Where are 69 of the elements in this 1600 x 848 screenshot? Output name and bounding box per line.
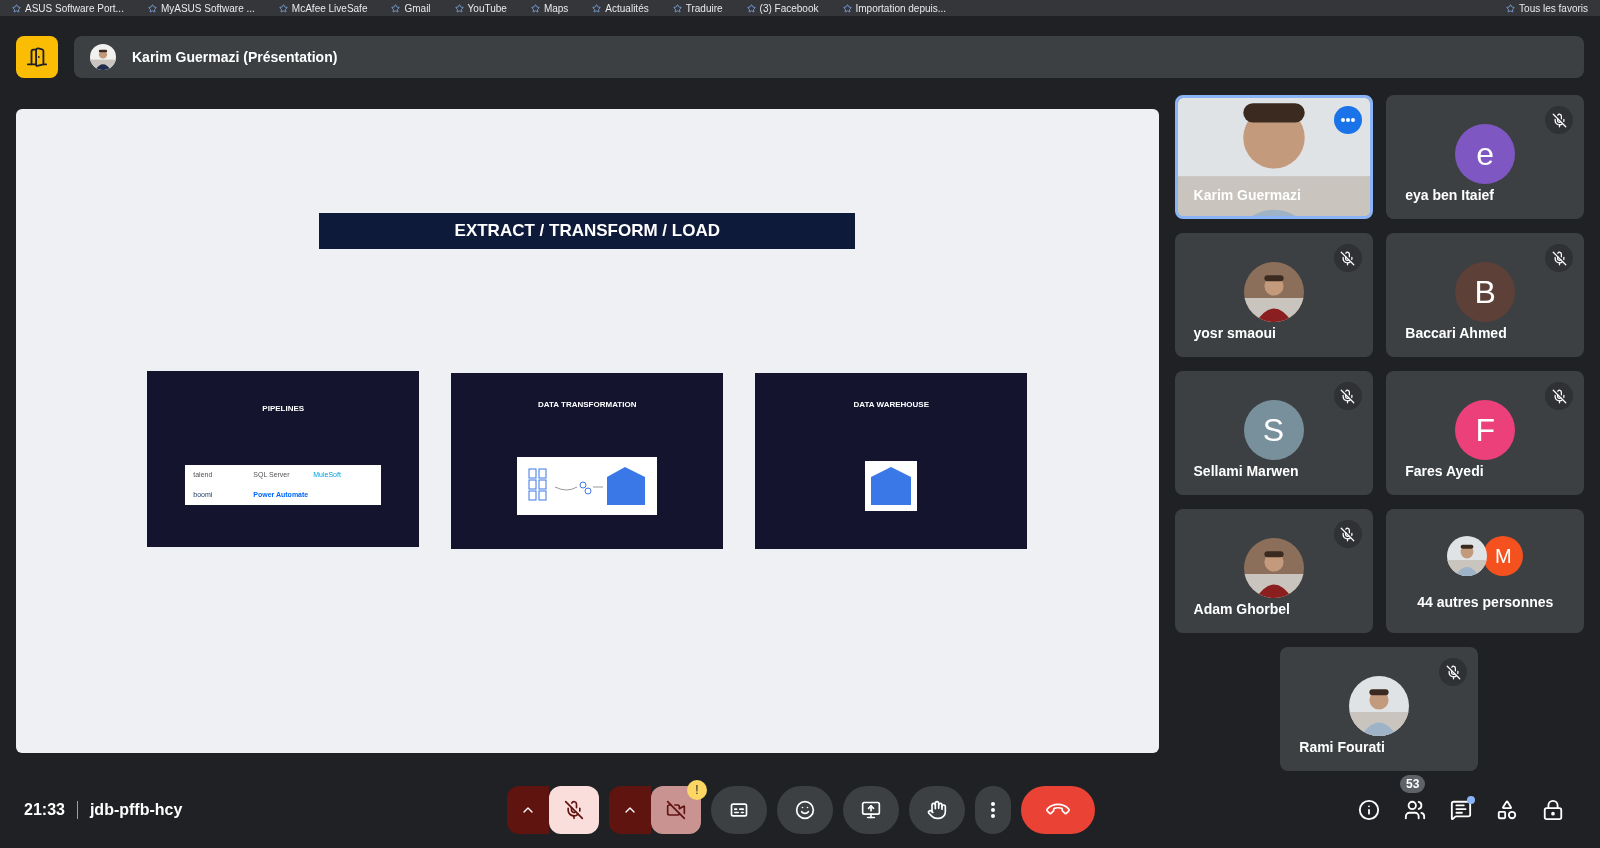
- card-title: DATA WAREHOUSE: [853, 399, 929, 411]
- star-icon: [746, 3, 756, 13]
- bookmark-link[interactable]: Importation depuis...: [842, 0, 947, 16]
- more-options-button[interactable]: [975, 786, 1011, 834]
- avatar: B: [1455, 262, 1516, 322]
- camera-button[interactable]: [651, 786, 701, 834]
- screen-upload-icon: [861, 800, 881, 820]
- participant-name: Karim Guermazi: [1193, 186, 1301, 205]
- participant-name: 44 autres personnes: [1416, 593, 1555, 612]
- present-button[interactable]: [843, 786, 899, 834]
- star-icon: [391, 3, 401, 13]
- participant-name: Sellami Marwen: [1193, 462, 1299, 481]
- avatar: S: [1243, 400, 1304, 460]
- meeting-code: jdb-pffb-hcy: [89, 800, 183, 820]
- star-icon: [454, 3, 464, 13]
- activities-icon[interactable]: [1496, 799, 1518, 821]
- raise-hand-button[interactable]: [909, 786, 965, 834]
- avatar: M: [1483, 536, 1524, 576]
- star-icon: [278, 3, 288, 13]
- more-icon: [1340, 118, 1355, 122]
- bookmark-link[interactable]: Maps: [530, 0, 569, 16]
- card-title: DATA TRANSFORMATION: [538, 399, 637, 411]
- bookmark-link[interactable]: Tous les favoris: [1506, 0, 1588, 16]
- participant-name: eya ben Itaief: [1405, 186, 1494, 205]
- host-controls-icon[interactable]: [1542, 799, 1564, 821]
- slide-title: EXTRACT / TRANSFORM / LOAD: [319, 213, 856, 249]
- bookmark-link[interactable]: Actualités: [592, 0, 649, 16]
- avatar: F: [1455, 400, 1516, 460]
- more-icon: [991, 802, 995, 818]
- star-icon: [530, 3, 540, 13]
- door-button[interactable]: [16, 36, 58, 78]
- bookmark-link[interactable]: McAfee LiveSafe: [278, 0, 368, 16]
- bookmark-link[interactable]: MyASUS Software ...: [147, 0, 255, 16]
- clock: 21:33: [24, 800, 65, 820]
- captions-button[interactable]: [711, 786, 767, 834]
- hand-icon: [927, 800, 947, 820]
- star-icon: [842, 3, 852, 13]
- participant-name: Baccari Ahmed: [1405, 324, 1507, 343]
- star-icon: [12, 3, 21, 13]
- bookmark-link[interactable]: YouTube: [454, 0, 507, 16]
- participant-name: Rami Fourati: [1299, 738, 1385, 757]
- door-icon: [26, 46, 48, 68]
- warehouse-icon: [865, 461, 918, 511]
- camera-off-icon: [666, 800, 686, 820]
- leave-call-button[interactable]: [1021, 786, 1095, 834]
- bookmark-link[interactable]: Gmail: [391, 0, 431, 16]
- warning-badge: !: [687, 780, 707, 800]
- participant-name: Adam Ghorbel: [1193, 600, 1290, 619]
- card-title: PIPELINES: [262, 403, 305, 415]
- people-icon[interactable]: [1404, 799, 1426, 821]
- presenter-label: Karim Guermazi (Présentation): [132, 47, 338, 67]
- chat-icon[interactable]: [1450, 799, 1472, 821]
- smiley-icon: [795, 800, 815, 820]
- bookmark-link[interactable]: Traduire: [672, 0, 723, 16]
- muted-mic-icon: [564, 800, 584, 820]
- info-icon[interactable]: [1358, 799, 1380, 821]
- people-count: 53: [1400, 775, 1426, 793]
- bookmark-link[interactable]: (3) Facebook: [746, 0, 819, 16]
- star-icon: [592, 3, 602, 13]
- participant-name: yosr smaoui: [1193, 324, 1276, 343]
- star-icon: [147, 3, 157, 13]
- microphone-button[interactable]: [549, 786, 599, 834]
- participant-name: Fares Ayedi: [1405, 462, 1484, 481]
- captions-icon: [729, 800, 749, 820]
- emoji-button[interactable]: [777, 786, 833, 834]
- bookmark-link[interactable]: ASUS Software Port...: [12, 0, 124, 16]
- avatar: e: [1455, 124, 1516, 184]
- star-icon: [672, 3, 682, 13]
- star-icon: [1506, 3, 1516, 13]
